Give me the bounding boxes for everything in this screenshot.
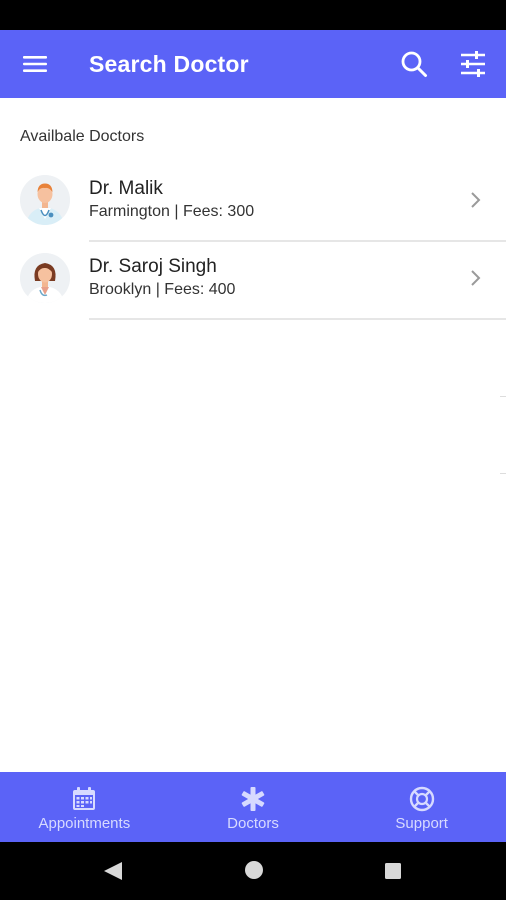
male-doctor-avatar [20, 175, 70, 225]
calendar-icon [70, 785, 98, 813]
home-icon[interactable] [244, 860, 264, 880]
section-title: Availbale Doctors [20, 128, 145, 145]
system-navigation-bar [0, 842, 506, 900]
chevron-right-icon [471, 192, 481, 208]
menu-button[interactable] [18, 50, 52, 78]
app-bar: Search Doctor [0, 30, 506, 98]
status-bar [0, 0, 506, 30]
doctor-list-item[interactable]: Dr. Malik Farmington | Fees: 300 [0, 164, 506, 242]
back-icon[interactable] [102, 860, 124, 882]
nav-support[interactable]: Support [337, 772, 506, 842]
tune-sliders-icon [461, 51, 485, 77]
recents-icon[interactable] [384, 862, 402, 880]
lifebuoy-support-icon [408, 785, 436, 813]
asterisk-medical-icon [239, 785, 267, 813]
bottom-navigation: Appointments Doctors Support [0, 772, 506, 842]
filter-button[interactable] [456, 48, 490, 80]
divider [89, 318, 506, 320]
doctor-list-screen: Availbale Doctors Dr. Malik Farmington |… [0, 98, 506, 772]
search-button[interactable] [398, 48, 430, 80]
female-doctor-avatar [20, 253, 70, 303]
edge-divider-fragment [500, 473, 506, 474]
doctor-list-item[interactable]: Dr. Saroj Singh Brooklyn | Fees: 400 [0, 242, 506, 320]
doctor-details: Brooklyn | Fees: 400 [89, 281, 236, 298]
nav-label: Appointments [38, 815, 131, 832]
doctor-name: Dr. Malik [89, 178, 163, 199]
doctor-name: Dr. Saroj Singh [89, 256, 217, 277]
nav-label: Support [395, 815, 448, 832]
nav-appointments[interactable]: Appointments [0, 772, 169, 842]
edge-divider-fragment [500, 396, 506, 397]
page-title: Search Doctor [89, 51, 249, 77]
nav-doctors[interactable]: Doctors [169, 772, 338, 842]
search-icon [401, 51, 427, 77]
doctor-details: Farmington | Fees: 300 [89, 203, 255, 220]
nav-label: Doctors [227, 815, 279, 832]
hamburger-menu-icon [23, 56, 47, 72]
chevron-right-icon [471, 270, 481, 286]
